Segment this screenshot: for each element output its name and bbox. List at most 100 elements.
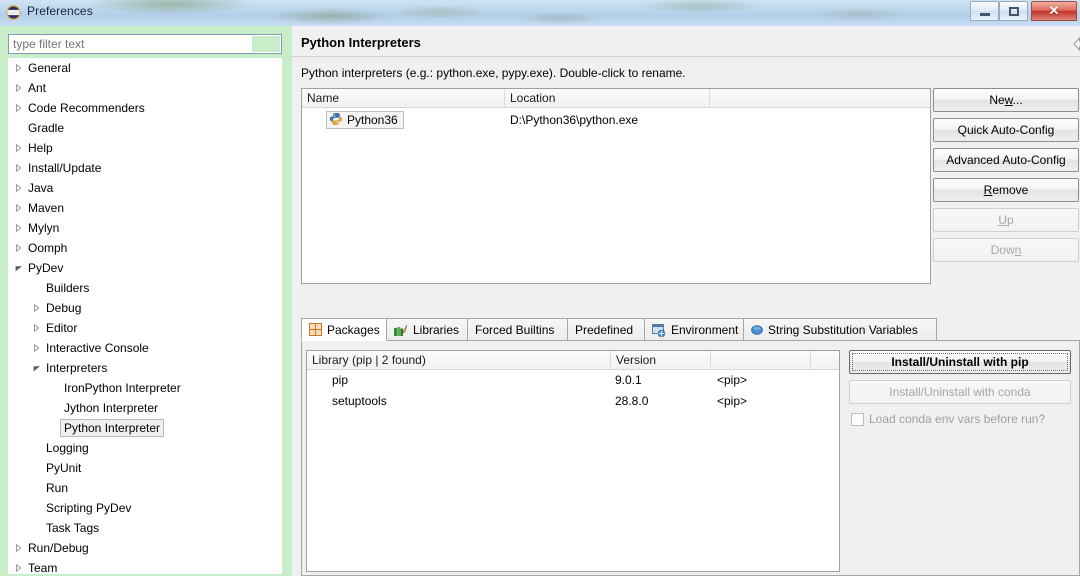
chevron-down-icon[interactable] (32, 358, 41, 378)
sidebar-item-logging[interactable]: Logging (8, 438, 282, 458)
interpreter-table[interactable]: Name Location Python36 D: (301, 88, 931, 284)
close-button[interactable]: ✕ (1031, 1, 1077, 21)
quick-auto-config-button[interactable]: Quick Auto-Config (933, 118, 1079, 142)
chevron-right-icon[interactable] (14, 218, 23, 238)
filter-field-wrapper[interactable] (8, 34, 282, 54)
chevron-right-icon[interactable] (32, 318, 41, 338)
tab-libraries[interactable]: Libraries (386, 318, 468, 341)
sidebar-item-python-interpreter[interactable]: Python Interpreter (8, 418, 282, 438)
chevron-right-icon[interactable] (14, 98, 23, 118)
column-header-name[interactable]: Name (302, 89, 505, 108)
interpreter-name-cell[interactable]: Python36 (326, 111, 404, 129)
sidebar-item-oomph[interactable]: Oomph (8, 238, 282, 258)
package-source-cell: <pip> (717, 391, 747, 412)
sidebar-item-label: Run (46, 478, 68, 498)
button-label: Up (998, 213, 1013, 227)
column-header-library[interactable]: Library (pip | 2 found) (307, 351, 611, 370)
sidebar-item-ant[interactable]: Ant (8, 78, 282, 98)
chevron-right-icon[interactable] (14, 138, 23, 158)
column-header-version[interactable]: Version (611, 351, 711, 370)
load-conda-env-checkbox[interactable] (851, 413, 864, 426)
sidebar-item-scripting-pydev[interactable]: Scripting PyDev (8, 498, 282, 518)
preferences-tree[interactable]: GeneralAntCode RecommendersGradleHelpIns… (8, 58, 282, 574)
sidebar-item-team[interactable]: Team (8, 558, 282, 574)
chevron-down-icon[interactable] (14, 258, 23, 278)
sidebar-item-task-tags[interactable]: Task Tags (8, 518, 282, 538)
column-header-location[interactable]: Location (505, 89, 710, 108)
chevron-right-icon[interactable] (14, 538, 23, 558)
tab-label: Environment (671, 323, 738, 337)
sidebar-item-run-debug[interactable]: Run/Debug (8, 538, 282, 558)
chevron-right-icon[interactable] (14, 558, 23, 574)
tab-predefined[interactable]: Predefined (567, 318, 645, 341)
sidebar-item-label: PyDev (28, 258, 63, 278)
chevron-right-icon[interactable] (14, 198, 23, 218)
column-header-source[interactable] (711, 351, 811, 370)
new-button[interactable]: New... (933, 88, 1079, 112)
table-row[interactable]: setuptools28.8.0<pip> (307, 391, 839, 412)
sidebar-item-pydev[interactable]: PyDev (8, 258, 282, 278)
window-title-bar[interactable]: Preferences ✕ (0, 0, 1080, 26)
package-library-cell: pip (332, 370, 348, 391)
column-header-extra[interactable] (710, 89, 930, 108)
install-uninstall-pip-button[interactable]: Install/Uninstall with pip (849, 350, 1071, 374)
chevron-right-icon[interactable] (14, 238, 23, 258)
sidebar-item-run[interactable]: Run (8, 478, 282, 498)
sidebar-item-install-update[interactable]: Install/Update (8, 158, 282, 178)
sidebar-item-maven[interactable]: Maven (8, 198, 282, 218)
button-label: Quick Auto-Config (958, 123, 1055, 137)
sidebar-item-general[interactable]: General (8, 58, 282, 78)
filter-clear-button[interactable] (252, 36, 280, 52)
sidebar-item-label: Debug (46, 298, 81, 318)
back-arrow-icon[interactable] (1072, 36, 1080, 55)
minimize-button[interactable] (970, 1, 999, 21)
column-header-extra2[interactable] (811, 351, 839, 370)
sidebar-item-help[interactable]: Help (8, 138, 282, 158)
load-conda-env-checkbox-row[interactable]: Load conda env vars before run? (851, 411, 1045, 427)
sidebar-item-code-recommenders[interactable]: Code Recommenders (8, 98, 282, 118)
search-input[interactable] (9, 35, 251, 53)
down-button: Down (933, 238, 1079, 262)
sidebar-item-label: Editor (46, 318, 77, 338)
tab-label: Libraries (413, 323, 459, 337)
sidebar-item-debug[interactable]: Debug (8, 298, 282, 318)
chevron-right-icon[interactable] (32, 338, 41, 358)
table-row[interactable]: Python36 D:\Python36\python.exe (302, 108, 930, 132)
tab-environment[interactable]: Environment (644, 318, 744, 341)
sidebar-item-builders[interactable]: Builders (8, 278, 282, 298)
chevron-right-icon[interactable] (32, 298, 41, 318)
sidebar-item-label: Ant (28, 78, 46, 98)
sidebar-item-jython-interpreter[interactable]: Jython Interpreter (8, 398, 282, 418)
tab-string-substitution-variables[interactable]: String Substitution Variables (743, 318, 937, 341)
sidebar-item-java[interactable]: Java (8, 178, 282, 198)
chevron-right-icon[interactable] (14, 178, 23, 198)
advanced-auto-config-button[interactable]: Advanced Auto-Config (933, 148, 1079, 172)
sidebar-item-gradle[interactable]: Gradle (8, 118, 282, 138)
sidebar-item-interactive-console[interactable]: Interactive Console (8, 338, 282, 358)
sidebar-item-pyunit[interactable]: PyUnit (8, 458, 282, 478)
packages-tab-panel: Library (pip | 2 found) Version pip9.0.1… (301, 341, 1080, 576)
tab-forced-builtins[interactable]: Forced Builtins (467, 318, 568, 341)
python-logo-icon (329, 112, 343, 129)
sidebar-item-ironpython-interpreter[interactable]: IronPython Interpreter (8, 378, 282, 398)
tab-packages[interactable]: Packages (301, 318, 387, 341)
sidebar-item-editor[interactable]: Editor (8, 318, 282, 338)
window-title: Preferences (27, 4, 93, 18)
sidebar-item-interpreters[interactable]: Interpreters (8, 358, 282, 378)
chevron-right-icon[interactable] (14, 58, 23, 78)
table-row[interactable]: pip9.0.1<pip> (307, 370, 839, 391)
sidebar-item-mylyn[interactable]: Mylyn (8, 218, 282, 238)
interpreter-location-cell: D:\Python36\python.exe (510, 111, 638, 129)
tab-label: Packages (327, 323, 380, 337)
maximize-button[interactable] (999, 1, 1028, 21)
package-source-cell: <pip> (717, 370, 747, 391)
minimize-icon (971, 2, 998, 20)
chevron-right-icon[interactable] (14, 78, 23, 98)
sidebar-item-label: Help (28, 138, 53, 158)
package-version-cell: 28.8.0 (615, 391, 648, 412)
packages-table[interactable]: Library (pip | 2 found) Version pip9.0.1… (306, 350, 840, 572)
sidebar-item-label: Builders (46, 278, 89, 298)
remove-button[interactable]: Remove (933, 178, 1079, 202)
chevron-right-icon[interactable] (14, 158, 23, 178)
packages-grid-icon (309, 323, 322, 336)
